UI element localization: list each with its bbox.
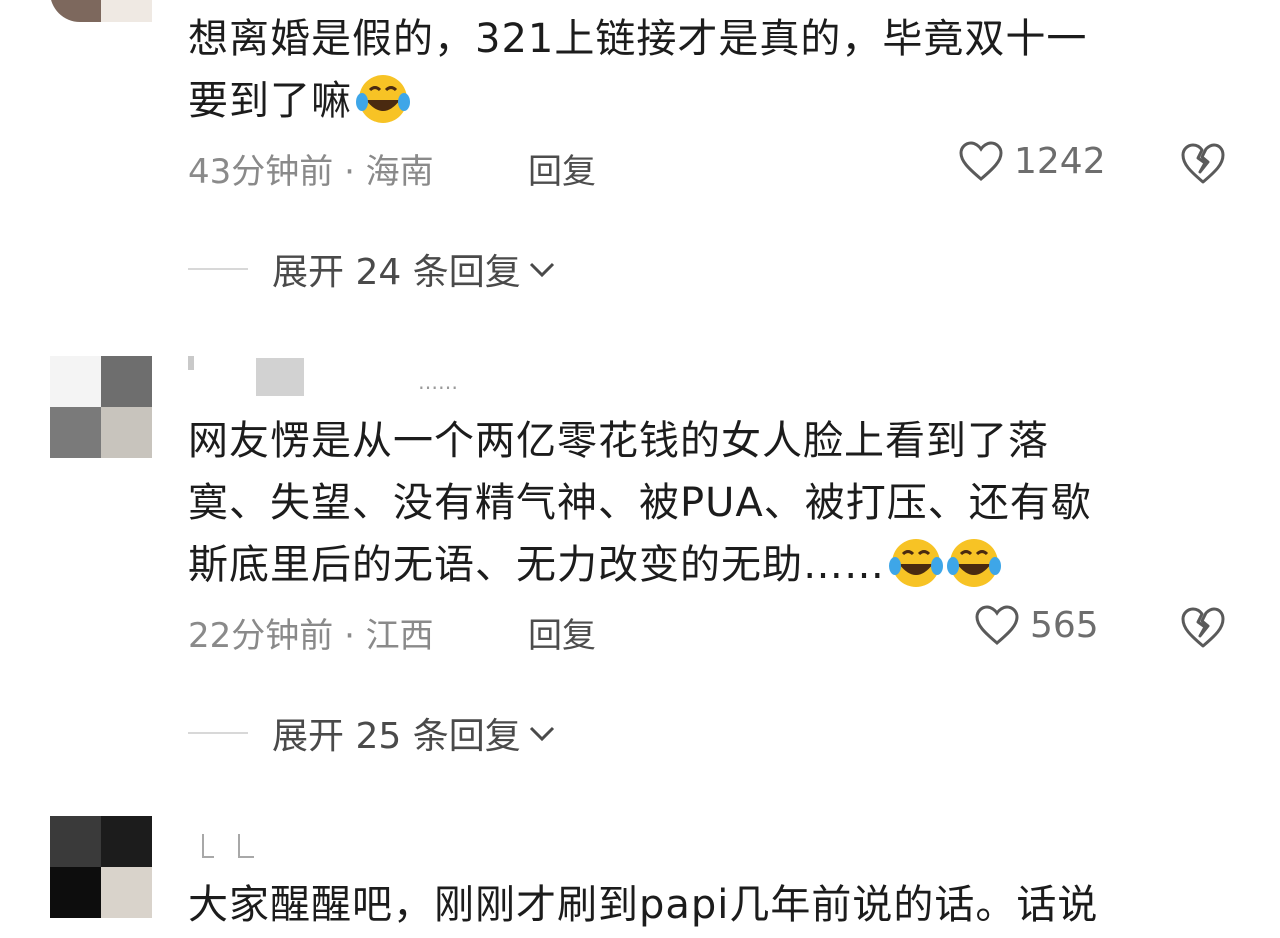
username-subtext: …… <box>418 370 458 394</box>
avatar-tile <box>50 356 101 407</box>
username[interactable]: …… <box>188 352 588 396</box>
avatar-tile <box>101 867 152 918</box>
comment-text: 想离婚是假的，321上链接才是真的，毕竟双十一 要到了嘛 <box>188 8 1238 132</box>
comment-meta: 22分钟前 · 江西 回复 565 <box>188 602 1248 656</box>
reply-button[interactable]: 回复 <box>528 608 596 657</box>
broken-heart-icon[interactable] <box>1180 140 1226 186</box>
expand-replies-button[interactable]: 展开 25 条回复 <box>188 708 608 758</box>
comment-meta: 43分钟前 · 海南 回复 1242 <box>188 138 1248 192</box>
username-blur <box>256 358 304 396</box>
heart-outline-icon <box>975 605 1019 645</box>
comment-text: 大家醒醒吧，刚刚才刷到papi几年前说的话。话说 <box>188 874 1238 936</box>
time-location: 43分钟前 · 海南 <box>188 152 434 192</box>
expand-replies-label: 展开 24 条回复 <box>272 252 521 293</box>
comment-text-line: 斯底里后的无语、无力改变的无助…… <box>188 542 885 588</box>
avatar[interactable] <box>50 0 152 22</box>
avatar[interactable] <box>50 356 152 458</box>
avatar-tile <box>101 0 152 22</box>
like-button[interactable]: 1242 <box>958 140 1106 182</box>
comment-text-line: 想离婚是假的，321上链接才是真的，毕竟双十一 <box>188 16 1088 62</box>
chevron-down-icon <box>529 726 554 742</box>
username[interactable] <box>188 828 588 864</box>
heart-outline-icon <box>959 141 1003 181</box>
chevron-down-icon <box>529 262 554 278</box>
username-blur <box>238 834 254 858</box>
avatar-tile <box>50 407 101 458</box>
username-blur <box>202 834 214 858</box>
comment-text-line: 寞、失望、没有精气神、被PUA、被打压、还有歇 <box>188 480 1092 526</box>
broken-heart-icon[interactable] <box>1180 604 1226 650</box>
time-location: 22分钟前 · 江西 <box>188 616 434 656</box>
avatar-tile <box>101 407 152 458</box>
laughing-tears-emoji-icon <box>947 539 1001 587</box>
divider-line <box>188 732 248 734</box>
expand-replies-label: 展开 25 条回复 <box>272 716 521 757</box>
like-count: 1242 <box>1014 140 1106 182</box>
divider-line <box>188 268 248 270</box>
comment-text-line: 网友愣是从一个两亿零花钱的女人脸上看到了落 <box>188 418 1049 464</box>
comment-text: 网友愣是从一个两亿零花钱的女人脸上看到了落 寞、失望、没有精气神、被PUA、被打… <box>188 410 1238 596</box>
expand-replies-button[interactable]: 展开 24 条回复 <box>188 244 608 294</box>
comment-text-line: 大家醒醒吧，刚刚才刷到papi几年前说的话。话说 <box>188 882 1099 928</box>
avatar-tile <box>50 867 101 918</box>
laughing-tears-emoji-icon <box>889 539 943 587</box>
avatar-tile <box>101 816 152 867</box>
avatar-tile <box>50 0 101 22</box>
like-button[interactable]: 565 <box>974 604 1099 646</box>
avatar[interactable] <box>50 816 152 918</box>
avatar-tile <box>101 356 152 407</box>
username-blur <box>188 356 194 370</box>
comment-text-line: 要到了嘛 <box>188 78 352 124</box>
avatar-tile <box>50 816 101 867</box>
laughing-tears-emoji-icon <box>356 75 410 123</box>
like-count: 565 <box>1030 604 1099 646</box>
reply-button[interactable]: 回复 <box>528 144 596 193</box>
